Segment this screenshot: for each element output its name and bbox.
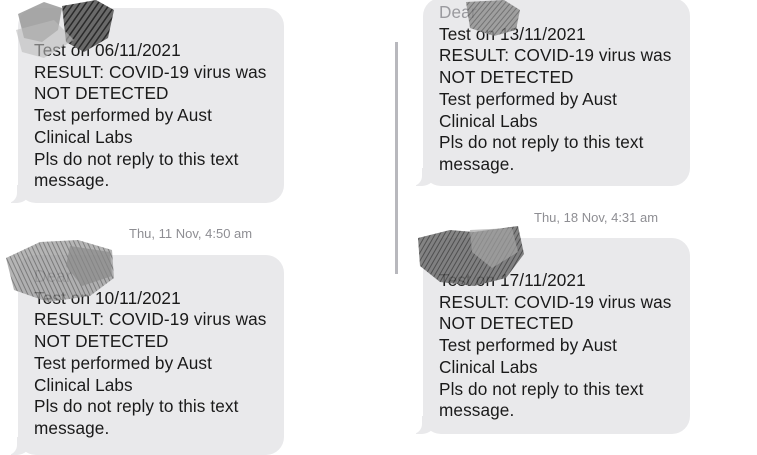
message-line: NOT DETECTED: [439, 313, 574, 334]
message-line: RESULT: COVID-19 virus was: [439, 45, 672, 66]
message-line: Clinical Labs: [34, 374, 133, 395]
message-line: message.: [439, 153, 515, 174]
bubble-tail: [5, 437, 31, 455]
message-line: NOT DETECTED: [439, 67, 574, 88]
message-line: Test on 06/11/2021: [34, 40, 181, 60]
message-line: NOT DETECTED: [34, 331, 169, 352]
message-line: Clinical Labs: [34, 126, 133, 147]
message-line: Test on 17/11/2021: [439, 270, 586, 290]
bubble-tail: [5, 185, 31, 203]
message-line: Clinical Labs: [439, 356, 538, 377]
timestamp-2: Thu, 18 Nov, 4:31 am: [534, 210, 658, 225]
message-greeting: Dear: [439, 2, 477, 22]
message-greeting: Dear: [34, 266, 72, 286]
message-bubble-3[interactable]: Dear Test on 13/11/2021 RESULT: COVID-19…: [410, 0, 690, 186]
message-line: Test performed by Aust: [34, 105, 212, 126]
message-line: message.: [34, 417, 110, 438]
message-line: RESULT: COVID-19 virus was: [439, 291, 672, 312]
timestamp-1: Thu, 11 Nov, 4:50 am: [129, 226, 252, 241]
column-divider: [395, 42, 398, 274]
timestamp-time: 4:31 am: [611, 210, 659, 225]
message-line: Pls do not reply to this text: [34, 148, 239, 169]
message-line: Test on 13/11/2021: [439, 23, 586, 44]
message-line: Pls do not reply to this text: [439, 378, 644, 399]
message-line: RESULT: COVID-19 virus was: [34, 309, 267, 330]
message-line: Pls do not reply to this text: [34, 396, 239, 417]
message-bubble-2[interactable]: Dear Test on 10/11/2021 RESULT: COVID-19…: [5, 255, 284, 455]
message-line: message.: [34, 170, 110, 191]
message-line: Clinical Labs: [439, 110, 538, 131]
message-line: message.: [439, 400, 515, 421]
bubble-tail: [410, 168, 436, 186]
timestamp-day: Thu, 18 Nov,: [534, 210, 608, 225]
message-line: Test performed by Aust: [34, 352, 212, 373]
message-bubble-4[interactable]: Test on 17/11/2021 RESULT: COVID-19 viru…: [410, 238, 690, 434]
timestamp-day: Thu, 11 Nov,: [129, 226, 202, 241]
message-line: Test performed by Aust: [439, 88, 617, 109]
message-line: Test performed by Aust: [439, 335, 617, 356]
bubble-tail: [410, 416, 436, 434]
message-line: Test on 10/11/2021: [34, 287, 181, 308]
message-line: NOT DETECTED: [34, 83, 169, 104]
message-line: Pls do not reply to this text: [439, 132, 644, 153]
timestamp-time: 4:50 am: [205, 226, 253, 241]
message-bubble-1[interactable]: Test on 06/11/2021 RESULT: COVID-19 viru…: [5, 8, 284, 203]
message-line: RESULT: COVID-19 virus was: [34, 61, 267, 82]
